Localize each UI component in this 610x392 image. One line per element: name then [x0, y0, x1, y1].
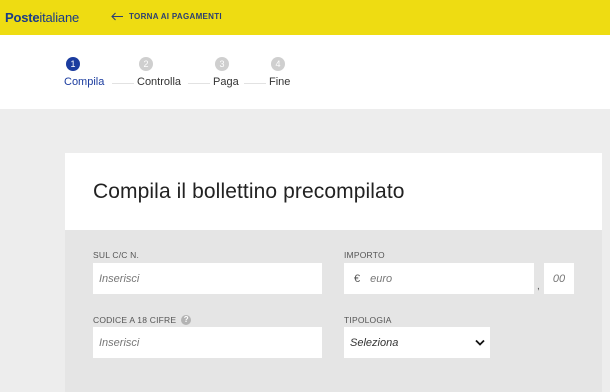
- step-controlla: 2 Controlla: [137, 57, 181, 88]
- step-label: Compila: [64, 76, 105, 88]
- amount-placeholder: euro: [370, 272, 393, 285]
- step-separator: [112, 83, 134, 84]
- code-18-digits-input[interactable]: Inserisci: [93, 327, 322, 358]
- type-label: TIPOLOGIA: [344, 315, 392, 325]
- arrow-left-icon: [111, 12, 124, 21]
- bollettino-form: SUL C/C N. Inserisci IMPORTO € euro , 00…: [65, 230, 602, 392]
- back-to-payments-link[interactable]: TORNA AI PAGAMENTI: [111, 12, 222, 21]
- progress-steps: 1 Compila 2 Controlla 3 Paga 4 Fine: [0, 35, 610, 109]
- step-label: Fine: [269, 76, 291, 88]
- step-separator: [188, 83, 210, 84]
- decimal-separator: ,: [537, 281, 540, 292]
- step-number: 1: [66, 57, 80, 71]
- step-number: 4: [271, 57, 285, 71]
- code-label: CODICE A 18 CIFRE ?: [93, 315, 192, 325]
- bollettino-card: Compila il bollettino precompilato SUL C…: [65, 153, 602, 392]
- type-selected-value: Seleziona: [350, 336, 399, 349]
- step-fine: 4 Fine: [269, 57, 290, 88]
- top-bar: Posteitaliane TORNA AI PAGAMENTI: [0, 0, 610, 35]
- euro-icon: €: [354, 272, 361, 285]
- poste-italiane-logo[interactable]: Posteitaliane: [5, 10, 79, 25]
- account-number-input[interactable]: Inserisci: [93, 263, 322, 294]
- page-title: Compila il bollettino precompilato: [93, 180, 405, 203]
- type-select[interactable]: Seleziona: [344, 327, 490, 358]
- amount-euro-input[interactable]: € euro: [344, 263, 534, 294]
- step-number: 2: [139, 57, 153, 71]
- code-placeholder: Inserisci: [99, 336, 140, 349]
- step-compila: 1 Compila: [64, 57, 104, 88]
- step-number: 3: [215, 57, 229, 71]
- step-label: Controlla: [137, 76, 182, 88]
- cents-placeholder: 00: [552, 272, 566, 285]
- question-icon[interactable]: ?: [181, 315, 192, 325]
- back-label: TORNA AI PAGAMENTI: [129, 12, 222, 21]
- step-separator: [244, 83, 266, 84]
- account-placeholder: Inserisci: [99, 272, 140, 285]
- account-label: SUL C/C N.: [93, 250, 140, 260]
- amount-cents-input[interactable]: 00: [544, 263, 574, 294]
- chevron-down-icon: [475, 337, 485, 349]
- amount-label: IMPORTO: [344, 250, 385, 260]
- step-label: Paga: [213, 76, 239, 88]
- step-paga: 3 Paga: [213, 57, 239, 88]
